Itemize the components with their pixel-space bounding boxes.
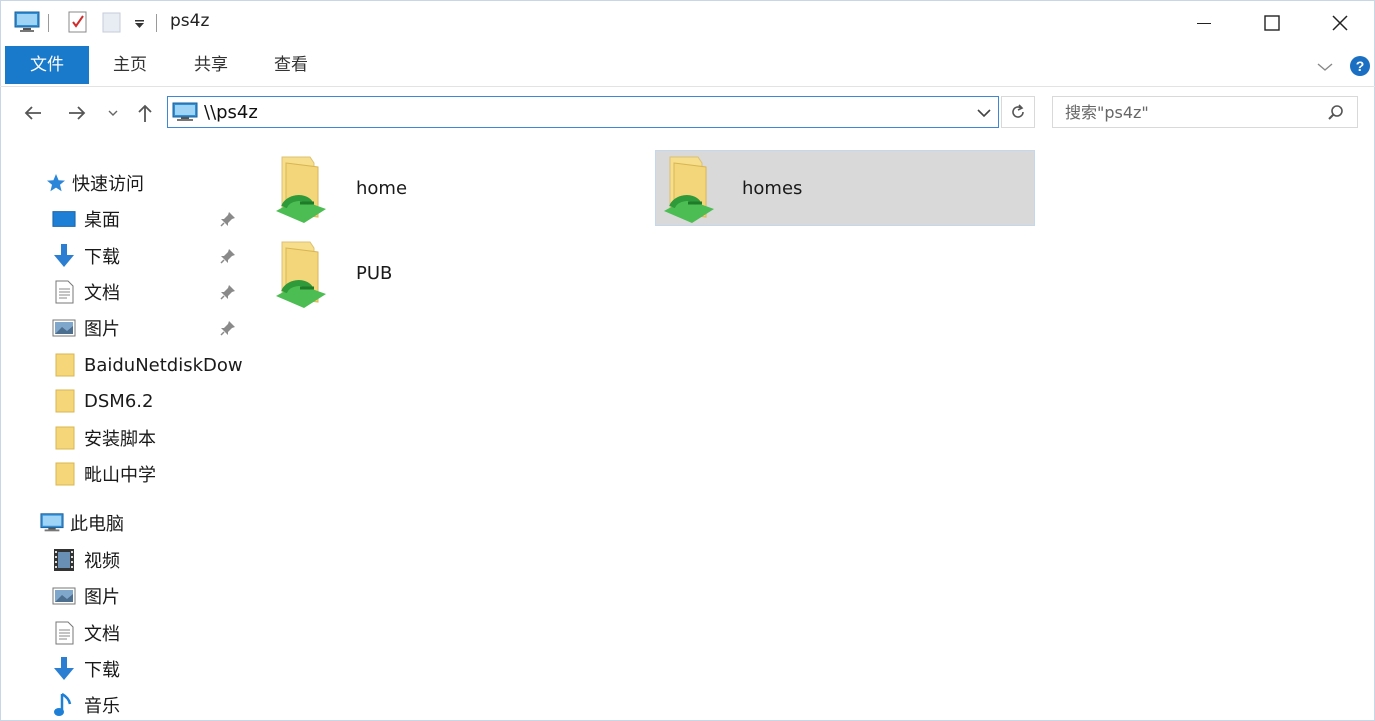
properties-icon[interactable] <box>66 10 90 34</box>
expand-ribbon-icon[interactable] <box>1316 58 1334 77</box>
sidebar-label: 此电脑 <box>70 514 124 535</box>
shared-folder-home[interactable]: home <box>270 150 630 226</box>
sidebar-item-baidunetdisk[interactable]: BaiduNetdiskDow <box>52 349 243 381</box>
minimize-icon <box>1197 23 1211 24</box>
up-arrow-icon <box>138 104 152 122</box>
pin-icon[interactable] <box>220 248 236 264</box>
search-box[interactable] <box>1052 96 1358 128</box>
sidebar-item-pictures[interactable]: 图片 <box>52 312 120 344</box>
sidebar-item-label: 毗山中学 <box>84 465 156 486</box>
tab-home[interactable]: 主页 <box>97 46 163 84</box>
computer-icon <box>40 511 64 535</box>
sidebar-item-pc-pictures[interactable]: 图片 <box>52 580 120 612</box>
new-folder-icon[interactable] <box>100 10 124 34</box>
sidebar-item-school[interactable]: 毗山中学 <box>52 458 156 490</box>
pin-icon[interactable] <box>220 320 236 336</box>
ribbon-bar: 文件 主页 共享 查看 ? <box>0 46 1375 87</box>
sidebar-item-label: 图片 <box>84 587 120 608</box>
music-icon <box>52 692 76 717</box>
picture-icon <box>52 584 76 608</box>
address-bar[interactable]: \\ps4z <box>167 96 999 128</box>
refresh-icon <box>1012 104 1024 118</box>
close-icon <box>1332 15 1348 31</box>
search-icon[interactable] <box>1327 104 1345 126</box>
sidebar-label: 快速访问 <box>72 174 144 195</box>
tab-share[interactable]: 共享 <box>178 46 244 84</box>
picture-icon <box>52 316 76 340</box>
chevron-down-icon <box>108 110 118 116</box>
document-icon <box>52 280 76 304</box>
sidebar-item-install-scripts[interactable]: 安装脚本 <box>52 422 156 454</box>
shared-folder-homes[interactable]: homes <box>655 150 1035 226</box>
pin-icon[interactable] <box>220 284 236 300</box>
sidebar-item-music[interactable]: 音乐 <box>52 689 120 721</box>
address-dropdown-icon[interactable] <box>976 105 992 124</box>
shared-folder-icon <box>270 153 332 223</box>
sidebar-item-videos[interactable]: 视频 <box>52 544 120 576</box>
tab-file[interactable]: 文件 <box>5 46 89 84</box>
folder-icon <box>52 426 76 450</box>
computer-icon <box>172 102 198 126</box>
address-path: \\ps4z <box>204 102 258 123</box>
sidebar-item-pc-downloads[interactable]: 下载 <box>52 653 120 685</box>
search-input[interactable] <box>1065 101 1315 123</box>
sidebar-item-desktop[interactable]: 桌面 <box>52 203 120 235</box>
up-button[interactable] <box>130 98 160 128</box>
sidebar-item-dsm62[interactable]: DSM6.2 <box>52 385 153 417</box>
sidebar-item-label: 图片 <box>84 319 120 340</box>
sidebar-item-pc-documents[interactable]: 文档 <box>52 617 120 649</box>
folder-icon <box>52 462 76 486</box>
computer-icon[interactable] <box>14 10 40 34</box>
sidebar-item-label: 桌面 <box>84 210 120 231</box>
video-icon <box>52 548 76 572</box>
svg-text:?: ? <box>1356 58 1365 74</box>
folder-icon <box>52 353 76 377</box>
star-icon <box>44 171 68 195</box>
recent-locations-button[interactable] <box>100 98 126 128</box>
maximize-icon <box>1264 15 1280 31</box>
back-button[interactable] <box>18 98 48 128</box>
window-title: ps4z <box>170 11 210 31</box>
help-icon[interactable]: ? <box>1349 55 1371 81</box>
refresh-button[interactable] <box>1001 96 1035 128</box>
pin-icon[interactable] <box>220 211 236 227</box>
folder-icon <box>52 389 76 413</box>
sidebar-item-downloads[interactable]: 下载 <box>52 240 120 272</box>
document-icon <box>52 621 76 645</box>
folder-name: PUB <box>356 262 393 284</box>
sidebar-item-label: 文档 <box>84 624 120 645</box>
tab-view[interactable]: 查看 <box>258 46 324 84</box>
title-bar: ps4z <box>0 0 1375 46</box>
sidebar-item-documents[interactable]: 文档 <box>52 276 120 308</box>
sidebar-item-label: 下载 <box>84 660 120 681</box>
sidebar-item-label: 文档 <box>84 283 120 304</box>
download-icon <box>52 244 76 268</box>
minimize-button[interactable] <box>1170 0 1238 46</box>
forward-button[interactable] <box>62 98 92 128</box>
sidebar-item-label: 下载 <box>84 247 120 268</box>
sidebar-item-label: 视频 <box>84 551 120 572</box>
close-button[interactable] <box>1306 0 1374 46</box>
customize-quick-access-icon[interactable] <box>130 10 154 34</box>
shared-folder-icon <box>270 238 332 308</box>
download-icon <box>52 657 76 681</box>
sidebar-item-label: 音乐 <box>84 696 120 717</box>
sidebar-item-label: BaiduNetdiskDow <box>84 354 243 376</box>
sidebar-item-label: 安装脚本 <box>84 429 156 450</box>
shared-folder-icon <box>658 153 720 223</box>
folder-name: home <box>356 177 408 199</box>
forward-arrow-icon <box>69 106 86 120</box>
desktop-icon <box>52 207 76 231</box>
sidebar-item-label: DSM6.2 <box>84 390 154 412</box>
back-arrow-icon <box>24 106 41 120</box>
folder-name: homes <box>742 177 803 199</box>
shared-folder-pub[interactable]: PUB <box>270 235 630 311</box>
sidebar-quick-access[interactable]: 快速访问 <box>44 167 144 199</box>
sidebar-this-pc[interactable]: 此电脑 <box>40 507 124 539</box>
maximize-button[interactable] <box>1238 0 1306 46</box>
